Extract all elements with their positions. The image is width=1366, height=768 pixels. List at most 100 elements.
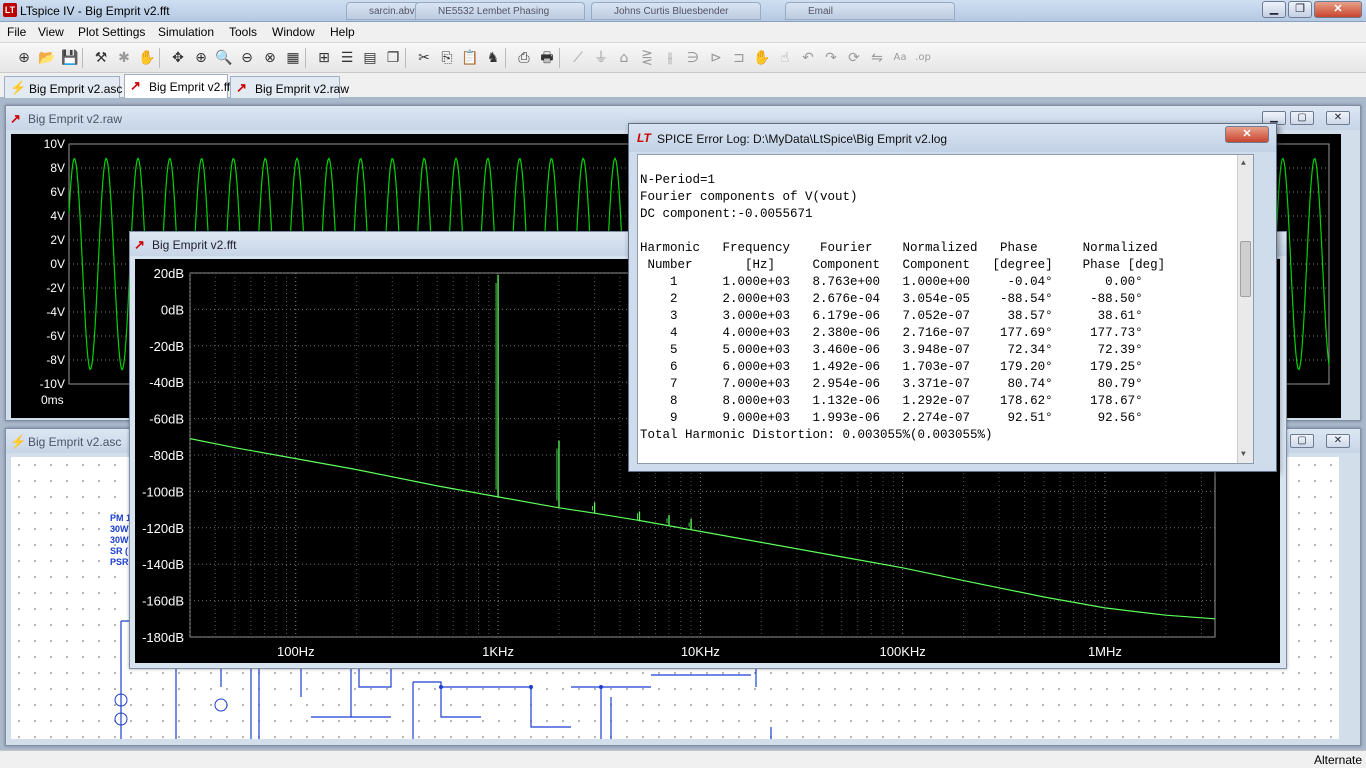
pan-icon[interactable]: ✥ — [168, 48, 188, 68]
background-tab[interactable]: Email — [785, 2, 955, 20]
toolbar-separator — [305, 48, 306, 68]
menu-view[interactable]: View — [38, 25, 64, 39]
doc-tab-1[interactable]: ⚡ Big Emprit v2.asc — [4, 76, 123, 98]
title-bar: LT LTspice IV - Big Emprit v2.fft sarcin… — [0, 0, 1366, 22]
ground-icon[interactable]: ⏚ — [591, 48, 611, 68]
raw-y-tick-label: -2V — [46, 281, 65, 295]
log-close-button[interactable]: ✕ — [1225, 126, 1269, 143]
fft-y-tick-label: 20dB — [154, 266, 184, 281]
raw-window-title: Big Emprit v2.raw — [28, 112, 123, 126]
mirror-icon[interactable]: ⇋ — [867, 48, 887, 68]
close-button[interactable]: ✕ — [1314, 1, 1362, 18]
schematic-close-button[interactable]: ✕ — [1326, 434, 1350, 448]
doc-tab-label: Big Emprit v2.asc — [29, 82, 123, 96]
open-icon[interactable]: 📂 — [37, 48, 57, 68]
log-line: Total Harmonic Distortion: 0.003055%(0.0… — [640, 428, 993, 442]
label-icon[interactable]: ⌂ — [614, 48, 634, 68]
menu-plot-settings[interactable]: Plot Settings — [78, 25, 145, 39]
log-line: Fourier components of V(vout) — [640, 190, 858, 204]
schematic-icon: ⚡ — [10, 80, 27, 95]
print-icon[interactable]: 🖶 — [537, 48, 557, 68]
fft-y-tick-label: -20dB — [149, 339, 184, 354]
drag-icon[interactable]: ☝ — [775, 48, 795, 68]
fft-y-tick-label: -60dB — [149, 412, 184, 427]
doc-tab-2[interactable]: ↗ Big Emprit v2.fft — [124, 74, 233, 98]
log-vertical-scrollbar[interactable]: ▲ ▼ — [1237, 155, 1253, 463]
tile-vertical-icon[interactable]: ▤ — [360, 48, 380, 68]
raw-y-tick-label: 0V — [50, 257, 65, 271]
log-text-area[interactable]: N-Period=1 Fourier components of V(vout) D… — [637, 154, 1254, 464]
zoom-out-icon[interactable]: ⊖ — [237, 48, 257, 68]
log-line: 2 2.000e+03 2.676e-04 3.054e-05 -88.54° … — [640, 292, 1143, 306]
scroll-up-arrow-icon[interactable]: ▲ — [1241, 155, 1246, 172]
inductor-icon[interactable]: ∋ — [683, 48, 703, 68]
fft-y-tick-label: -180dB — [142, 630, 184, 645]
component-icon[interactable]: ⊐ — [729, 48, 749, 68]
cut-icon[interactable]: ✂ — [414, 48, 434, 68]
fft-x-tick-label: 100Hz — [277, 644, 315, 659]
paste-icon[interactable]: 📋 — [460, 48, 480, 68]
background-tab[interactable]: NE5532 Lembet Phasing — [415, 2, 585, 20]
fft-y-tick-label: -80dB — [149, 448, 184, 463]
fft-y-tick-label: -100dB — [142, 484, 184, 499]
menu-file[interactable]: File — [7, 25, 26, 39]
new-schematic-icon[interactable]: ⊕ — [14, 48, 34, 68]
undo-icon[interactable]: ↶ — [798, 48, 818, 68]
tile-horizontal-icon[interactable]: ☰ — [337, 48, 357, 68]
find-icon[interactable]: ♞ — [483, 48, 503, 68]
log-window-title: SPICE Error Log: D:\MyData\LtSpice\Big E… — [657, 132, 948, 146]
zoom-area-icon[interactable]: 🔍 — [214, 48, 234, 68]
raw-y-tick-label: 2V — [50, 233, 65, 247]
spice-directive-icon[interactable]: .op — [913, 48, 933, 68]
spice-error-log-window[interactable]: LT SPICE Error Log: D:\MyData\LtSpice\Bi… — [628, 123, 1277, 472]
wire-icon[interactable]: ⟋ — [568, 48, 588, 68]
zoom-fit-icon[interactable]: ⊗ — [260, 48, 280, 68]
menu-simulation[interactable]: Simulation — [158, 25, 214, 39]
schematic-restore-button[interactable]: ▢ — [1290, 434, 1314, 448]
diode-icon[interactable]: ⊳ — [706, 48, 726, 68]
move-icon[interactable]: ✋ — [752, 48, 772, 68]
log-line: 7 7.000e+03 2.954e-06 3.371e-07 80.74° 8… — [640, 377, 1143, 391]
waveform-icon: ↗ — [236, 80, 247, 95]
toolbar-separator — [159, 48, 160, 68]
copy-icon[interactable]: ⎘ — [437, 48, 457, 68]
doc-tab-label: Big Emprit v2.raw — [255, 82, 350, 96]
grid-icon[interactable]: ⊞ — [314, 48, 334, 68]
resistor-icon[interactable]: ⋛ — [637, 48, 657, 68]
raw-close-button[interactable]: ✕ — [1326, 111, 1350, 125]
log-line: 3 3.000e+03 6.179e-06 7.052e-07 38.57° 3… — [640, 309, 1143, 323]
print-preview-icon[interactable]: ⎙ — [514, 48, 534, 68]
fft-y-tick-label: 0dB — [161, 302, 184, 317]
zoom-in-icon[interactable]: ⊕ — [191, 48, 211, 68]
menu-tools[interactable]: Tools — [229, 25, 257, 39]
raw-x-tick-label: 0ms — [41, 393, 64, 407]
waveform-icon: ↗ — [130, 78, 141, 93]
toolbar-separator — [405, 48, 406, 68]
cascade-icon[interactable]: ❐ — [383, 48, 403, 68]
log-line: 9 9.000e+03 1.993e-06 2.274e-07 92.51° 9… — [640, 411, 1143, 425]
capacitor-icon[interactable]: ⫲ — [660, 48, 680, 68]
log-line: Number [Hz] Component Component [degree]… — [640, 258, 1166, 272]
window-title: LTspice IV - Big Emprit v2.fft — [20, 4, 170, 18]
raw-y-tick-label: 8V — [50, 161, 65, 175]
text-icon[interactable]: Aa — [890, 48, 910, 68]
control-panel-icon[interactable]: ⚒ — [91, 48, 111, 68]
menu-window[interactable]: Window — [272, 25, 315, 39]
save-icon[interactable]: 💾 — [60, 48, 80, 68]
log-line: 5 5.000e+03 3.460e-06 3.948e-07 72.34° 7… — [640, 343, 1143, 357]
doc-tab-3[interactable]: ↗ Big Emprit v2.raw — [230, 76, 349, 98]
autorange-icon[interactable]: ▦ — [283, 48, 303, 68]
raw-restore-button[interactable]: ▢ — [1290, 111, 1314, 125]
redo-icon[interactable]: ↷ — [821, 48, 841, 68]
log-scroll-thumb[interactable] — [1240, 241, 1251, 297]
raw-y-tick-label: 6V — [50, 185, 65, 199]
background-tab[interactable]: Johns Curtis Bluesbender — [591, 2, 761, 20]
halt-icon[interactable]: ✋ — [137, 48, 157, 68]
scroll-down-arrow-icon[interactable]: ▼ — [1241, 446, 1246, 463]
menu-help[interactable]: Help — [330, 25, 355, 39]
maximize-button[interactable]: ❐ — [1288, 1, 1312, 18]
minimize-button[interactable]: ▁ — [1262, 1, 1286, 18]
log-line: 6 6.000e+03 1.492e-06 1.703e-07 179.20° … — [640, 360, 1143, 374]
run-icon[interactable]: ✱ — [114, 48, 134, 68]
rotate-icon[interactable]: ⟳ — [844, 48, 864, 68]
